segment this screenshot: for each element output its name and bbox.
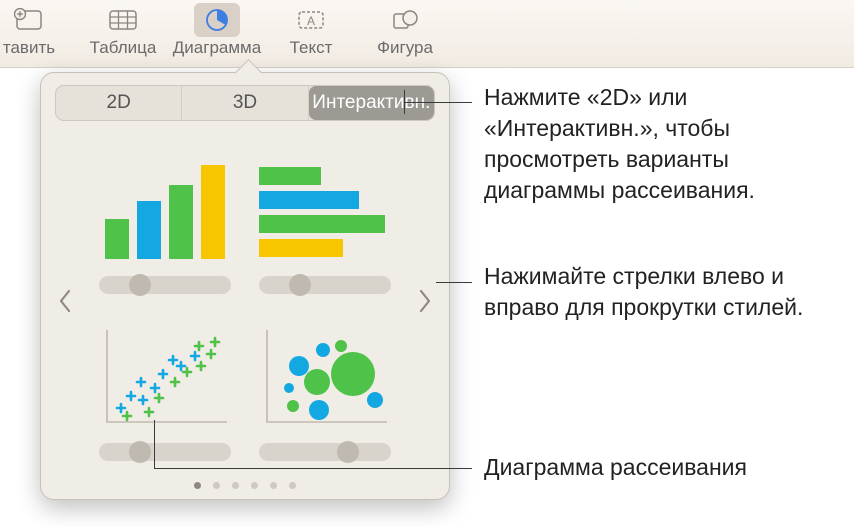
next-style-arrow[interactable] — [411, 281, 439, 321]
page-dot[interactable] — [270, 482, 277, 489]
chart-type-segmented: 2D 3D Интерактивн. — [55, 85, 435, 121]
page-dot[interactable] — [289, 482, 296, 489]
toolbar: тавить Таблица Диаграмма A Текст Фигура — [0, 0, 854, 68]
toolbar-label: Текст — [290, 38, 333, 58]
textbox-icon: A — [295, 6, 327, 34]
bar-chart-icon — [255, 156, 395, 266]
callout-scatter: Диаграмма рассеивания — [484, 452, 844, 483]
page-dot[interactable] — [251, 482, 258, 489]
column-chart-icon — [95, 156, 235, 266]
callout-arrows: Нажимайте стрелки влево и вправо для про… — [484, 261, 824, 323]
toolbar-label: Таблица — [90, 38, 157, 58]
thumb-column-chart[interactable] — [95, 141, 235, 294]
chart-thumb-area — [55, 137, 435, 465]
segment-2d[interactable]: 2D — [56, 86, 182, 120]
prev-style-arrow[interactable] — [51, 281, 79, 321]
style-slider[interactable] — [99, 276, 231, 294]
page-dot[interactable] — [213, 482, 220, 489]
callout-leader — [154, 468, 472, 469]
thumb-bar-chart[interactable] — [255, 141, 395, 294]
toolbar-label: Диаграмма — [173, 38, 261, 58]
shapes-icon — [389, 6, 421, 34]
callout-leader — [436, 282, 472, 283]
segment-3d[interactable]: 3D — [182, 86, 308, 120]
table-icon — [107, 6, 139, 34]
thumb-scatter-chart[interactable] — [95, 308, 235, 461]
toolbar-insert[interactable]: тавить — [0, 6, 64, 58]
toolbar-chart[interactable]: Диаграмма — [182, 6, 252, 58]
toolbar-label: Фигура — [377, 38, 433, 58]
page-dots[interactable] — [41, 482, 449, 489]
toolbar-text[interactable]: A Текст — [276, 6, 346, 58]
callout-leader — [404, 102, 472, 103]
callout-segmented: Нажмите «2D» или «Интерактивн.», чтобы п… — [484, 82, 824, 206]
style-slider[interactable] — [99, 443, 231, 461]
toolbar-shape[interactable]: Фигура — [370, 6, 440, 58]
page-dot[interactable] — [232, 482, 239, 489]
chevron-right-icon — [416, 287, 434, 315]
bubble-chart-icon — [255, 323, 395, 433]
callout-leader — [404, 90, 405, 114]
scatter-chart-icon — [95, 323, 235, 433]
pie-icon — [194, 3, 240, 37]
segment-interactive[interactable]: Интерактивн. — [309, 86, 434, 120]
thumb-bubble-chart[interactable] — [255, 308, 395, 461]
style-slider[interactable] — [259, 276, 391, 294]
chevron-left-icon — [56, 287, 74, 315]
plus-grid-icon — [13, 6, 45, 34]
chart-thumb-grid — [55, 137, 435, 465]
svg-text:A: A — [307, 14, 315, 28]
callout-leader — [154, 420, 155, 468]
style-slider[interactable] — [259, 443, 391, 461]
page-dot[interactable] — [194, 482, 201, 489]
toolbar-table[interactable]: Таблица — [88, 6, 158, 58]
toolbar-label: тавить — [3, 38, 55, 58]
chart-popover: 2D 3D Интерактивн. — [40, 72, 450, 500]
